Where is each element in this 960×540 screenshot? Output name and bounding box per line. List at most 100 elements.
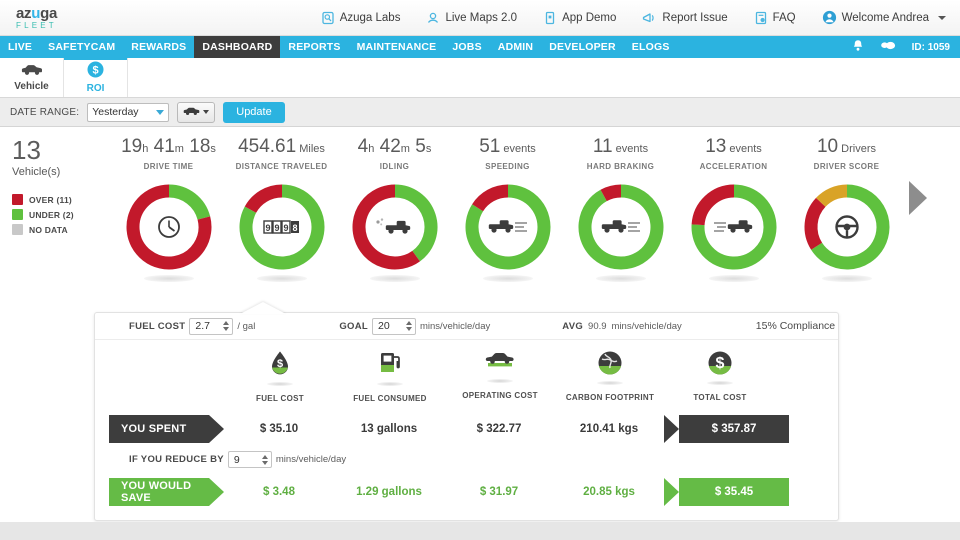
- messages-icon[interactable]: [880, 40, 896, 54]
- kpi-label: DRIVER SCORE: [813, 162, 880, 171]
- you-spent-row: YOU SPENT $ 35.10 13 gallons $ 322.77 21…: [109, 415, 824, 443]
- nav-item-maintenance[interactable]: MAINTENANCE: [349, 36, 445, 58]
- avg-value: 90.9: [588, 320, 607, 332]
- kpi-value-part: 13: [705, 136, 727, 157]
- nav-item-dashboard[interactable]: DASHBOARD: [194, 36, 281, 58]
- roi-column-label: OPERATING COST: [462, 391, 538, 400]
- stepper-up-icon[interactable]: [261, 454, 268, 459]
- kpi-value-part: 5: [409, 136, 426, 157]
- donut-chart: [690, 183, 778, 271]
- nav-item-developer[interactable]: DEVELOPER: [541, 36, 624, 58]
- user-menu-label: Welcome Andrea: [841, 11, 929, 24]
- nav-item-rewards[interactable]: REWARDS: [123, 36, 194, 58]
- nav-item-admin[interactable]: ADMIN: [490, 36, 541, 58]
- footer-strip: [0, 522, 960, 540]
- dollar-coin-icon: $: [87, 61, 104, 81]
- kpi-gauge-distance-traveled[interactable]: 454.61 Miles DISTANCE TRAVELED 9 9 9 8: [225, 135, 338, 282]
- kpi-gauge-hard-braking[interactable]: 11 events HARD BRAKING: [564, 135, 677, 282]
- stepper-down-icon[interactable]: [406, 327, 412, 331]
- roi-column-label: CARBON FOOTPRINT: [565, 393, 655, 402]
- gauge-shadow: [256, 275, 307, 282]
- kpi-gauge-driver-score[interactable]: 10 Drivers DRIVER SCORE: [790, 135, 903, 282]
- avg-unit: mins/vehicle/day: [611, 320, 682, 332]
- stepper-up-icon[interactable]: [406, 321, 412, 325]
- chevron-down-icon: [203, 110, 210, 114]
- kpi-value-part: events: [500, 143, 536, 155]
- kpi-label: SPEEDING: [485, 162, 530, 171]
- donut-chart: 9998: [238, 183, 326, 271]
- kpi-gauge-speeding[interactable]: 51 events SPEEDING: [451, 135, 564, 282]
- kpi-value-part: 42: [374, 136, 401, 157]
- icon-shadow: [597, 381, 623, 385]
- you-spent-label: YOU SPENT: [109, 415, 209, 443]
- top-link-label: Azuga Labs: [339, 11, 401, 24]
- nav-item-safetycam[interactable]: SAFETYCAM: [40, 36, 123, 58]
- speedometer-icon: [125, 183, 213, 271]
- nav-item-elogs[interactable]: ELOGS: [624, 36, 678, 58]
- tab-roi[interactable]: $ ROI: [64, 58, 128, 97]
- kpi-value-part: s: [425, 143, 432, 155]
- chevron-down-icon: [938, 15, 946, 20]
- stepper-arrows[interactable]: [220, 321, 232, 331]
- top-link-app-demo[interactable]: App Demo: [543, 11, 616, 25]
- table-cell-operating-cost: $ 322.77: [444, 415, 554, 443]
- next-page-arrow-icon[interactable]: [909, 181, 927, 215]
- filter-bar: DATE RANGE: Yesterday Update: [0, 98, 960, 127]
- svg-text:$: $: [92, 64, 98, 76]
- user-menu[interactable]: Welcome Andrea: [822, 10, 946, 25]
- kpi-row: 13 Vehicle(s) OVER (11) UNDER (2) NO DAT…: [0, 135, 960, 282]
- kpi-gauge-acceleration[interactable]: 13 events ACCELERATION: [677, 135, 790, 282]
- kpi-gauge-idling[interactable]: 4h 42m 5s IDLING: [338, 135, 451, 282]
- goal-stepper[interactable]: 20: [372, 317, 416, 335]
- donut-chart: [351, 183, 439, 271]
- kpi-value-part: Miles: [296, 143, 325, 155]
- kpi-gauge-drive-time[interactable]: 19h 41m 18s DRIVE TIME: [112, 135, 225, 282]
- stepper-arrows[interactable]: [259, 454, 271, 465]
- fuel-cost-value: 2.7: [195, 320, 210, 332]
- goal-unit: mins/vehicle/day: [420, 320, 491, 332]
- you-would-save-total: $ 35.45: [679, 478, 789, 506]
- roi-column-operating-cost: OPERATING COST: [445, 350, 555, 403]
- top-bar: azuga FLEET Azuga Labs Live Maps 2.0 App…: [0, 0, 960, 36]
- icon-shadow: [267, 382, 293, 386]
- reduce-value: 9: [233, 453, 240, 466]
- stepper-up-icon[interactable]: [223, 321, 230, 325]
- stepper-down-icon[interactable]: [223, 327, 230, 331]
- kpi-value: 454.61 Miles: [238, 137, 325, 156]
- notification-bell-icon[interactable]: [852, 39, 864, 55]
- fuel-cost-stepper[interactable]: 2.7: [189, 317, 234, 335]
- icon-shadow: [707, 381, 733, 385]
- kpi-value: 19h 41m 18s: [121, 137, 216, 156]
- top-link-azuga-labs[interactable]: Azuga Labs: [321, 11, 401, 25]
- kpi-label: ACCELERATION: [699, 162, 768, 171]
- stepper-down-icon[interactable]: [261, 460, 268, 465]
- vehicle-count-label: Vehicle(s): [12, 166, 61, 178]
- top-link-report-issue[interactable]: Report Issue: [642, 11, 728, 25]
- speeding-truck-icon: [464, 183, 552, 271]
- faq-document-icon: [754, 11, 768, 25]
- date-range-select[interactable]: Yesterday: [87, 102, 170, 122]
- tab-vehicle[interactable]: Vehicle: [0, 58, 64, 97]
- table-cell-fuel-cost: $ 3.48: [224, 478, 334, 506]
- reduce-stepper[interactable]: 9: [227, 451, 272, 468]
- update-button[interactable]: Update: [223, 101, 285, 123]
- car-filter-icon: [183, 105, 200, 119]
- nav-item-reports[interactable]: REPORTS: [280, 36, 348, 58]
- nav-item-jobs[interactable]: JOBS: [444, 36, 489, 58]
- nav-item-live[interactable]: LIVE: [0, 36, 40, 58]
- brand-logo[interactable]: azuga FLEET: [16, 6, 57, 30]
- you-spent-total: $ 357.87: [679, 415, 789, 443]
- kpi-value-part: events: [612, 143, 649, 155]
- top-link-faq[interactable]: FAQ: [754, 11, 796, 25]
- stepper-arrows[interactable]: [403, 321, 415, 331]
- vehicle-filter-button[interactable]: [177, 101, 216, 123]
- truck-icon: [21, 63, 43, 79]
- kpi-label: IDLING: [379, 162, 410, 171]
- svg-text:$: $: [277, 358, 283, 370]
- top-link-live-maps[interactable]: Live Maps 2.0: [426, 11, 517, 25]
- legend-item-no-data: NO DATA: [12, 224, 112, 235]
- top-link-label: Report Issue: [662, 11, 728, 24]
- roi-column-fuel-consumed: FUEL CONSUMED: [335, 350, 445, 403]
- roi-panel: FUEL COST 2.7 / gal GOAL 20 mins/vehicle…: [94, 302, 839, 521]
- fuel-cost-label: FUEL COST: [129, 320, 186, 332]
